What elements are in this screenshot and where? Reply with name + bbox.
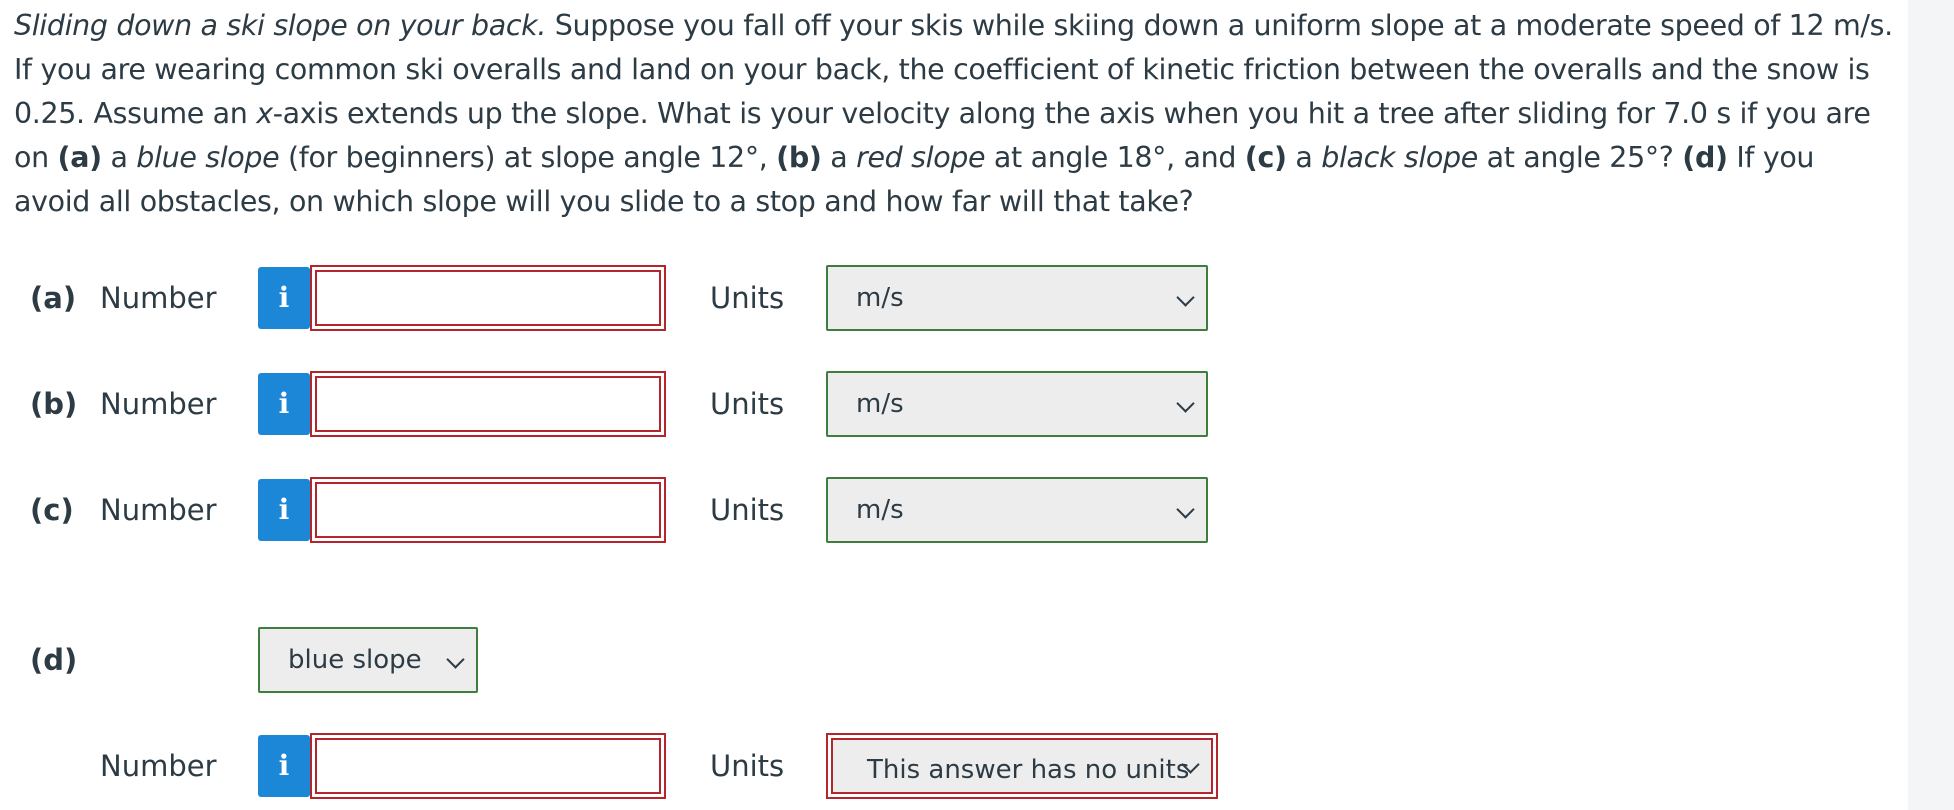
number-label: Number: [100, 387, 217, 421]
slope-select-value: blue slope: [288, 645, 422, 675]
units-select-value: m/s: [856, 495, 904, 525]
answer-input-wrapper: [310, 371, 666, 437]
answer-input-d[interactable]: [315, 738, 661, 794]
answer-input-wrapper: [310, 265, 666, 331]
question-blue-slope: blue slope: [136, 141, 280, 174]
question-part-b-label: (b): [776, 141, 822, 174]
question-segment: a: [1286, 141, 1322, 174]
question-x-variable: x: [256, 97, 273, 130]
question-title: Sliding down a ski slope on your back.: [14, 9, 547, 42]
question-segment: at angle 18°, and: [985, 141, 1245, 174]
answer-input-wrapper: [310, 477, 666, 543]
answer-input-b[interactable]: [315, 376, 661, 432]
answer-input-wrapper: [310, 733, 666, 799]
chevron-down-icon: [1176, 288, 1195, 307]
chevron-down-icon: [1176, 500, 1195, 519]
answer-row-d-number: Number i Units This answer has no units: [0, 733, 1300, 799]
question-part-a-label: (a): [57, 141, 103, 174]
units-select-value: m/s: [856, 389, 904, 419]
answer-row-b: (b) Number i Units m/s: [0, 371, 1300, 437]
chevron-down-icon: [446, 650, 465, 669]
question-part-c-label: (c): [1244, 141, 1287, 174]
number-label: Number: [100, 281, 217, 315]
info-icon[interactable]: i: [258, 735, 310, 797]
question-segment: a: [101, 141, 137, 174]
units-select-c[interactable]: m/s: [826, 477, 1208, 543]
answer-row-d-slope: (d) blue slope: [0, 627, 1300, 693]
units-select-b[interactable]: m/s: [826, 371, 1208, 437]
units-label: Units: [710, 387, 785, 421]
part-label: (d): [30, 643, 78, 677]
answer-row-c: (c) Number i Units m/s: [0, 477, 1300, 543]
chevron-down-icon: [1176, 394, 1195, 413]
part-label: (c): [30, 493, 74, 527]
slope-select-d[interactable]: blue slope: [258, 627, 478, 693]
question-segment: (for beginners) at slope angle 12°,: [279, 141, 777, 174]
info-icon[interactable]: i: [258, 267, 310, 329]
units-select-value: m/s: [856, 283, 904, 313]
answer-row-a: (a) Number i Units m/s: [0, 265, 1300, 331]
side-panel-strip: [1908, 0, 1954, 810]
question-text: Sliding down a ski slope on your back. S…: [14, 4, 1894, 224]
part-label: (a): [30, 281, 77, 315]
units-label: Units: [710, 281, 785, 315]
info-icon[interactable]: i: [258, 373, 310, 435]
answer-input-a[interactable]: [315, 270, 661, 326]
units-select-a[interactable]: m/s: [826, 265, 1208, 331]
answer-input-c[interactable]: [315, 482, 661, 538]
units-label: Units: [710, 493, 785, 527]
units-select-d[interactable]: This answer has no units: [826, 733, 1218, 799]
number-label: Number: [100, 493, 217, 527]
units-select-value: This answer has no units: [867, 755, 1190, 785]
question-red-slope: red slope: [856, 141, 986, 174]
info-icon[interactable]: i: [258, 479, 310, 541]
units-label: Units: [710, 749, 785, 783]
question-segment: at angle 25°?: [1477, 141, 1683, 174]
question-part-d-label: (d): [1682, 141, 1728, 174]
question-black-slope: black slope: [1321, 141, 1478, 174]
part-label: (b): [30, 387, 78, 421]
question-segment: a: [821, 141, 857, 174]
number-label: Number: [100, 749, 217, 783]
units-select-inner: This answer has no units: [831, 738, 1213, 794]
